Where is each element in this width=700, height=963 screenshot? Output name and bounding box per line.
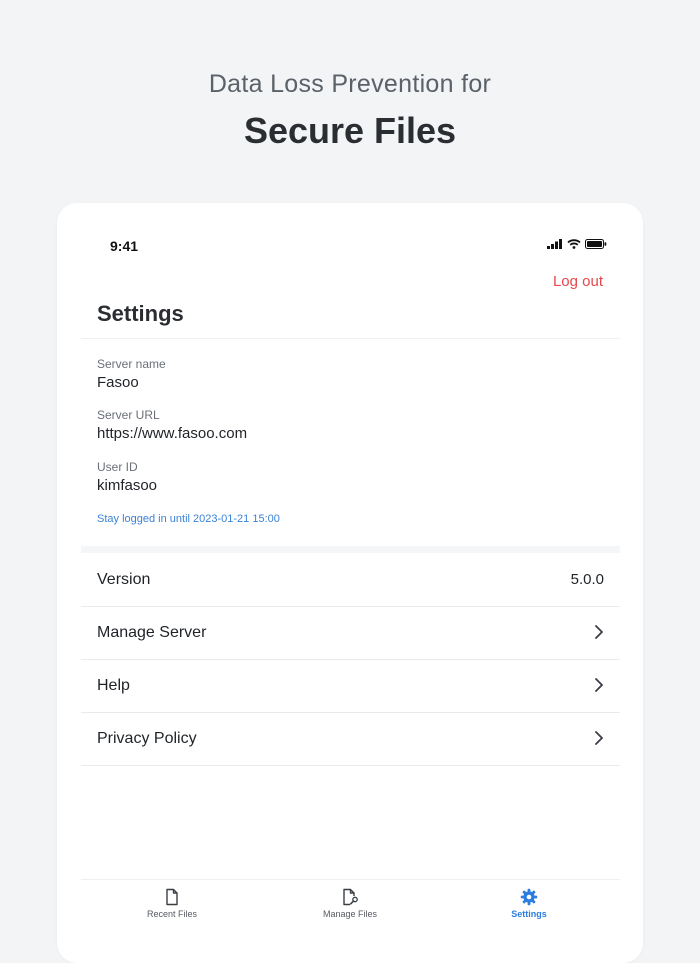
tab-label: Recent Files — [146, 909, 198, 919]
status-icons — [547, 239, 607, 249]
chevron-right-icon — [595, 678, 603, 692]
tab-settings[interactable]: Settings — [469, 888, 589, 919]
divider — [81, 338, 620, 339]
manage-server-row[interactable]: Manage Server — [81, 606, 620, 660]
status-bar: 9:41 — [57, 203, 643, 254]
chevron-right-icon — [595, 731, 603, 745]
battery-icon — [585, 239, 607, 249]
privacy-policy-label: Privacy Policy — [97, 730, 197, 747]
server-url-label: Server URL — [97, 408, 160, 422]
device-frame: 9:41 Log out Settings Server name Fasoo — [57, 203, 643, 963]
gear-icon — [520, 888, 538, 906]
headline-subtitle: Data Loss Prevention for — [208, 70, 492, 98]
manage-server-label: Manage Server — [97, 624, 207, 641]
signal-icon — [547, 239, 562, 249]
headline-title: Secure Files — [243, 110, 457, 151]
user-id-value: kimfasoo — [97, 477, 158, 494]
chevron-right-icon — [595, 625, 603, 639]
section-separator — [81, 546, 620, 553]
server-name-value: Fasoo — [97, 374, 139, 391]
logout-button[interactable]: Log out — [553, 273, 603, 290]
file-icon — [166, 888, 178, 906]
version-label: Version — [97, 571, 151, 588]
user-id-label: User ID — [97, 460, 138, 474]
stay-logged-in-text: Stay logged in until 2023-01-21 15:00 — [97, 513, 280, 525]
tab-recent-files[interactable]: Recent Files — [112, 888, 232, 919]
server-name-label: Server name — [97, 357, 166, 371]
tab-label: Settings — [511, 909, 547, 919]
version-row: Version 5.0.0 — [81, 553, 620, 607]
file-wrench-icon — [343, 888, 358, 906]
status-time: 9:41 — [110, 238, 139, 254]
tab-bar: Recent Files Manage Files Settings — [81, 879, 620, 940]
help-label: Help — [97, 677, 130, 694]
page-title: Settings — [97, 301, 184, 326]
tab-manage-files[interactable]: Manage Files — [290, 888, 410, 919]
wifi-icon — [567, 239, 581, 249]
tab-label: Manage Files — [322, 909, 378, 919]
server-url-value: https://www.fasoo.com — [97, 425, 248, 442]
help-row[interactable]: Help — [81, 659, 620, 713]
privacy-policy-row[interactable]: Privacy Policy — [81, 712, 620, 766]
version-value: 5.0.0 — [570, 571, 604, 588]
